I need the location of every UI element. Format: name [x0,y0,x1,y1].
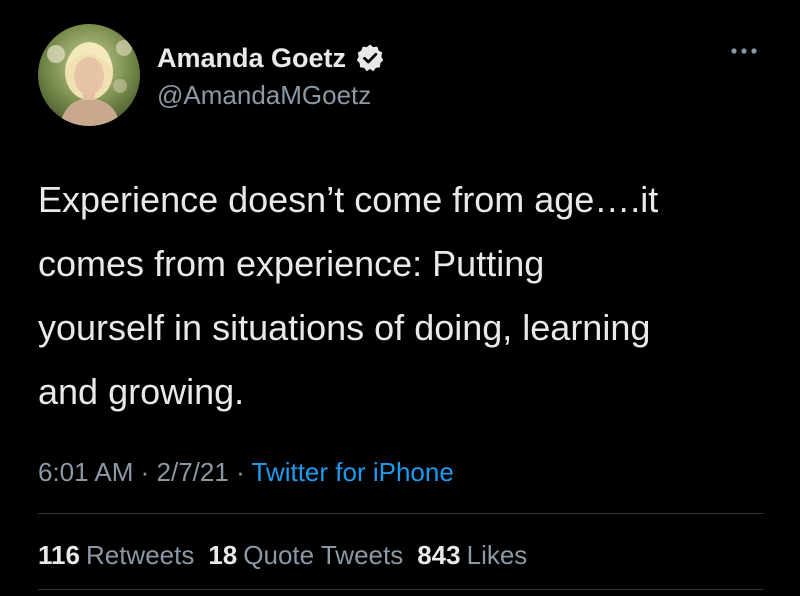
quote-tweets-label: Quote Tweets [243,540,404,570]
quote-tweets-stat[interactable]: 18 Quote Tweets [208,535,403,575]
engagement-stats: 116 Retweets 18 Quote Tweets 843 Likes [38,535,541,575]
divider [38,589,764,590]
likes-stat[interactable]: 843 Likes [417,535,527,575]
retweets-label: Retweets [85,540,195,570]
tweet-metadata: 6:01 AM · 2/7/21 · Twitter for iPhone [38,452,454,492]
avatar[interactable] [38,24,140,126]
tweet-text: Experience doesn’t come from age….it com… [38,179,659,412]
verified-badge-icon [355,43,385,73]
quote-tweets-count: 18 [208,540,238,570]
avatar-photo [38,24,140,126]
meta-separator: · [140,457,157,487]
retweets-count: 116 [38,540,80,570]
author-name-row: Amanda Goetz [157,40,385,76]
meta-separator: · [236,457,252,487]
more-options-icon[interactable] [724,36,764,66]
likes-count: 843 [417,540,461,570]
author-handle[interactable]: @AmandaMGoetz [157,80,371,111]
tweet-detail: Amanda Goetz @AmandaMGoetz Experience do… [0,0,800,596]
divider [38,513,764,514]
likes-label: Likes [466,540,528,570]
author-display-name[interactable]: Amanda Goetz [157,43,346,74]
retweets-stat[interactable]: 116 Retweets [38,535,194,575]
tweet-time[interactable]: 6:01 AM [38,457,133,487]
tweet-date[interactable]: 2/7/21 [157,457,229,487]
tweet-source-link[interactable]: Twitter for iPhone [251,457,453,487]
